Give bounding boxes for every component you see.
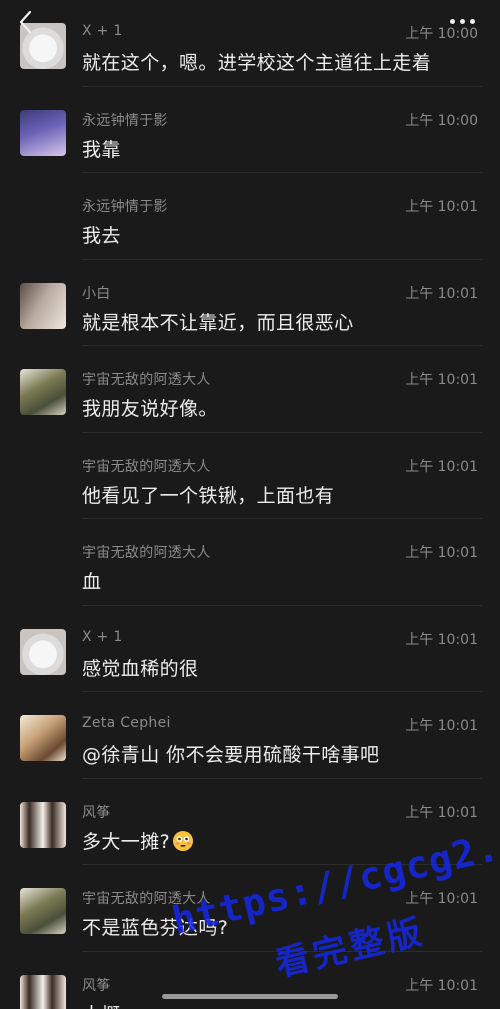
message-row[interactable]: 小白 上午 10:01 就是根本不让靠近，而且很恶心 [0,260,500,347]
flushed-face-icon [173,830,194,851]
message-time: 上午 10:01 [405,977,478,994]
message-time: 上午 10:01 [405,631,478,648]
avatar[interactable] [20,109,66,156]
home-indicator[interactable] [162,994,338,999]
message-text: 我朋友说好像。 [82,394,218,421]
message-row[interactable]: 宇宙无敌的阿透大人 上午 10:01 他看见了一个铁锹，上面也有 [0,433,500,520]
message-time: 上午 10:01 [405,372,478,388]
sender-name: 永远钟情于影 [82,199,168,215]
message-text: 不是蓝色芬达吗? [82,913,228,940]
message-text: 就是根本不让靠近，而且很恶心 [82,308,354,335]
message-text: 大概 [82,1000,121,1009]
back-button[interactable] [14,8,38,36]
message-list[interactable]: X + 1 上午 10:00 就在这个，嗯。进学校这个主道往上走着 永远钟情于影 上午 … [0,0,500,1009]
sender-name: 小白 [82,285,111,302]
avatar[interactable] [20,801,66,848]
sender-name: 宇宙无敌的阿透大人 [82,458,211,475]
message-row[interactable]: 风筝 上午 10:01 多大一摊? [0,779,500,866]
avatar[interactable] [20,715,66,761]
sender-name: 宇宙无敌的阿透大人 [82,545,211,561]
message-time: 上午 10:01 [405,891,478,907]
message-time: 上午 10:01 [405,285,478,302]
message-text-content: @徐青山 你不会要用硫酸干啥事吧 [82,744,380,766]
message-text: 感觉血稀的很 [82,654,198,681]
avatar[interactable] [20,369,66,415]
message-text-content: 我去 [82,225,121,247]
message-text-content: 我靠 [82,138,121,161]
message-row[interactable]: 风筝 上午 10:01 大概 [0,952,500,1009]
sender-name: 风筝 [82,804,111,821]
more-horizontal-icon [450,18,455,24]
message-text: 就在这个，嗯。进学校这个主道往上走着 [82,48,431,75]
avatar[interactable] [20,974,66,1009]
message-time: 上午 10:00 [405,112,478,129]
message-row[interactable]: 宇宙无敌的阿透大人 上午 10:01 血 [0,519,500,606]
avatar[interactable] [20,628,66,675]
message-time: 上午 10:01 [405,718,478,734]
chevron-left-icon [19,10,32,34]
message-text: 他看见了一个铁锹，上面也有 [82,481,334,508]
message-text-content: 血 [82,571,102,593]
chat-screen: X + 1 上午 10:00 就在这个，嗯。进学校这个主道往上走着 永远钟情于影 上午 … [0,0,500,1009]
message-text: 血 [82,567,101,594]
message-text-content: 多大一摊? [82,830,171,853]
sender-name: X + 1 [82,23,123,39]
message-text: 我去 [82,221,121,248]
message-row[interactable]: 宇宙无敌的阿透大人 上午 10:01 我朋友说好像。 [0,346,500,433]
sender-name: X + 1 [82,628,123,645]
message-text-content: 我朋友说好像。 [82,398,218,420]
message-time: 上午 10:01 [405,199,478,215]
message-row[interactable]: Zeta Cephei 上午 10:01 @徐青山 你不会要用硫酸干啥事吧 [0,692,500,779]
avatar[interactable] [20,282,66,329]
sender-name: 永远钟情于影 [82,112,168,129]
message-row[interactable]: 永远钟情于影 上午 10:01 我去 [0,173,500,260]
message-row[interactable]: X + 1 上午 10:01 感觉血稀的很 [0,606,500,693]
message-time: 上午 10:01 [405,545,478,561]
sender-name: Zeta Cephei [82,715,171,731]
message-row[interactable]: X + 1 上午 10:00 就在这个，嗯。进学校这个主道往上走着 [0,0,500,87]
message-row[interactable]: 宇宙无敌的阿透大人 上午 10:01 不是蓝色芬达吗? [0,865,500,952]
message-text-content: 感觉血稀的很 [82,657,199,680]
message-row[interactable]: 永远钟情于影 上午 10:00 我靠 [0,87,500,174]
avatar[interactable] [20,888,66,934]
sender-name: 宇宙无敌的阿透大人 [82,891,211,907]
message-text-content: 就在这个，嗯。进学校这个主道往上走着 [82,52,432,74]
message-text-content: 他看见了一个铁锹，上面也有 [82,484,335,507]
message-time: 上午 10:01 [405,458,478,475]
sender-name: 宇宙无敌的阿透大人 [82,372,211,388]
message-time: 上午 10:01 [405,804,478,821]
message-text-content: 不是蓝色芬达吗? [82,917,229,939]
message-text: 多大一摊? [82,827,194,854]
message-text-content: 就是根本不让靠近，而且很恶心 [82,311,354,334]
more-options-button[interactable] [450,14,478,28]
message-text: 我靠 [82,135,121,162]
sender-name: 风筝 [82,977,111,994]
message-text: @徐青山 你不会要用硫酸干啥事吧 [82,740,379,767]
message-text-content: 大概 [82,1004,121,1009]
